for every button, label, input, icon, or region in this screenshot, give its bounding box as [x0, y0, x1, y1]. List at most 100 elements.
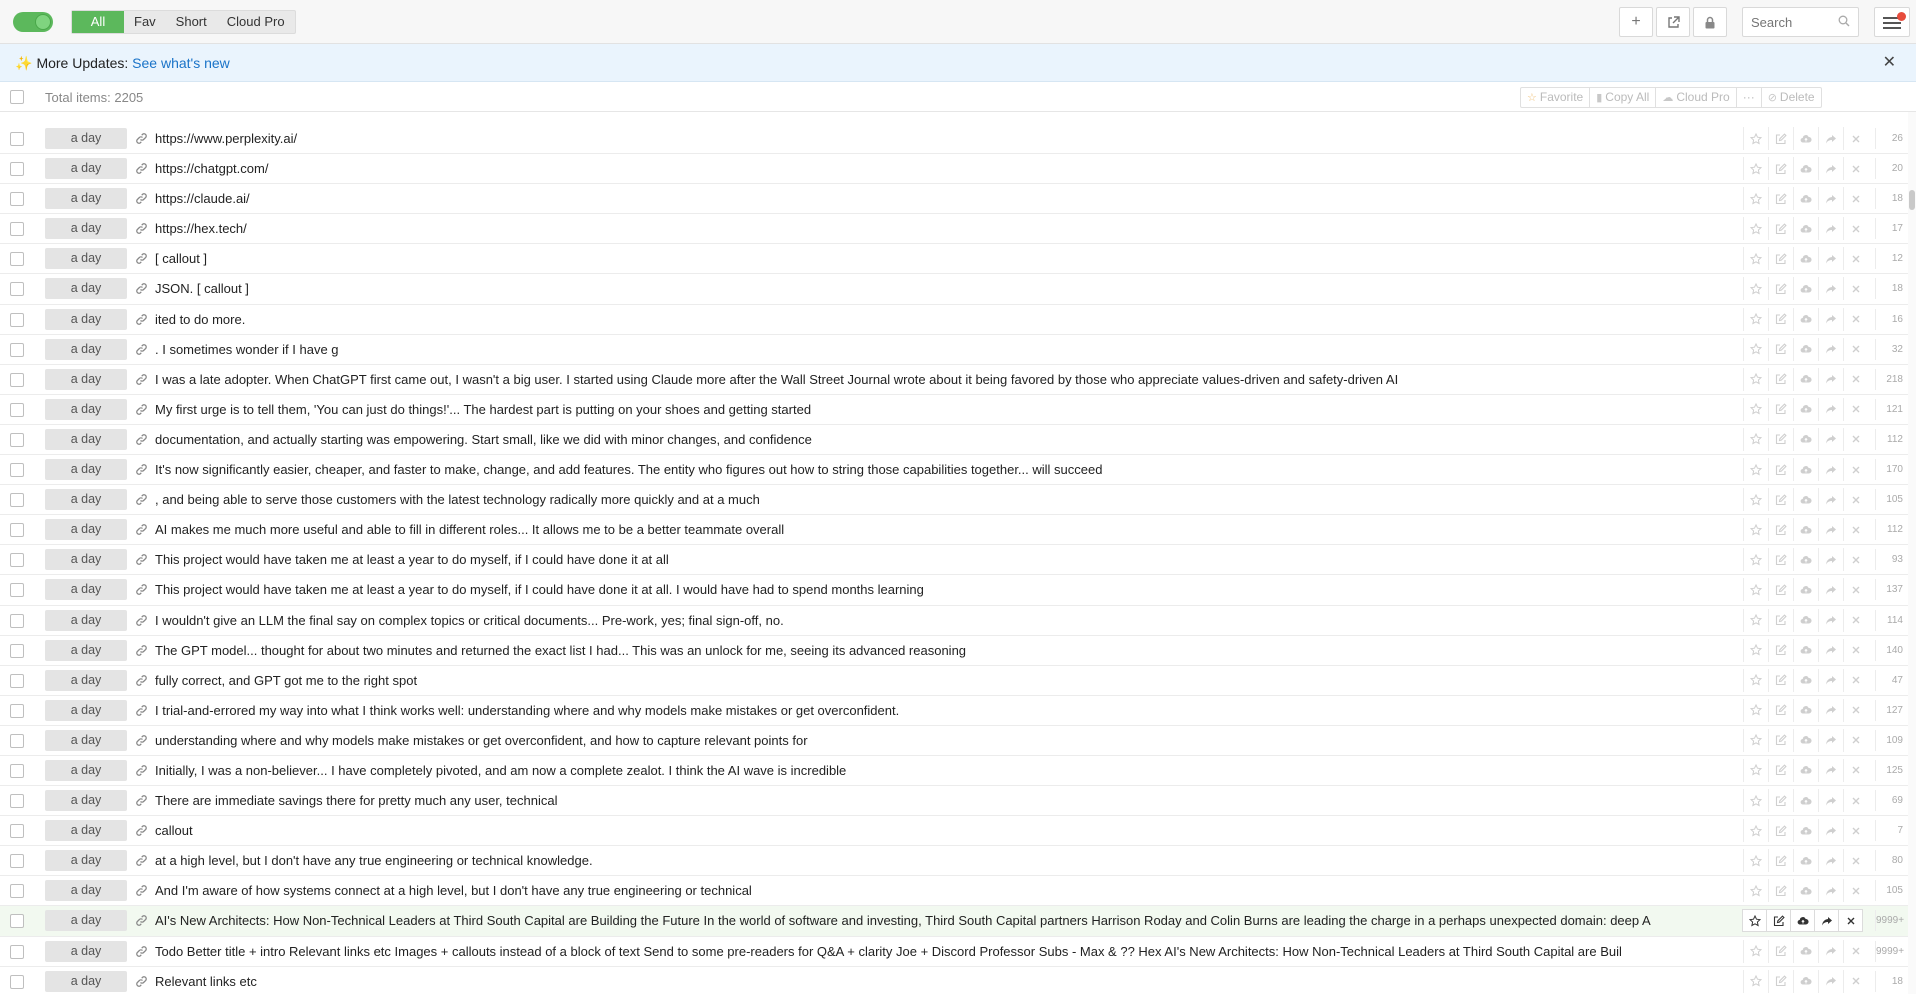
star-icon[interactable]	[1743, 849, 1768, 873]
clip-text[interactable]: Initially, I was a non-believer... I hav…	[155, 763, 1740, 778]
edit-icon[interactable]	[1768, 819, 1793, 843]
edit-icon[interactable]	[1768, 879, 1793, 903]
clip-text[interactable]: AI makes me much more useful and able to…	[155, 522, 1740, 537]
edit-icon[interactable]	[1768, 217, 1793, 241]
copy-all-button[interactable]: ▮ Copy All	[1590, 88, 1657, 107]
close-icon[interactable]	[1843, 427, 1868, 451]
row-checkbox[interactable]	[10, 192, 24, 207]
clip-text[interactable]: Relevant links etc	[155, 974, 1740, 989]
close-icon[interactable]	[1838, 909, 1863, 933]
close-icon[interactable]	[1843, 307, 1868, 331]
search-input[interactable]	[1743, 8, 1833, 36]
list-item[interactable]: a day ited to do more. 16	[0, 305, 1916, 335]
cloud-upload-icon[interactable]	[1790, 909, 1815, 933]
edit-icon[interactable]	[1768, 849, 1793, 873]
share-icon[interactable]	[1818, 698, 1843, 722]
edit-icon[interactable]	[1768, 458, 1793, 482]
star-icon[interactable]	[1743, 307, 1768, 331]
edit-icon[interactable]	[1768, 638, 1793, 662]
close-icon[interactable]	[1843, 819, 1868, 843]
cloud-upload-icon[interactable]	[1793, 548, 1818, 572]
cloud-upload-icon[interactable]	[1793, 758, 1818, 782]
row-checkbox[interactable]	[10, 372, 24, 387]
cloud-upload-icon[interactable]	[1793, 397, 1818, 421]
star-icon[interactable]	[1743, 819, 1768, 843]
clip-text[interactable]: And I'm aware of how systems connect at …	[155, 883, 1740, 898]
list-item[interactable]: a day My first urge is to tell them, 'You…	[0, 395, 1916, 425]
row-checkbox[interactable]	[10, 282, 24, 297]
share-icon[interactable]	[1818, 488, 1843, 512]
list-item[interactable]: a day at a high level, but I don't have a…	[0, 846, 1916, 877]
close-icon[interactable]	[1843, 187, 1868, 211]
star-icon[interactable]	[1743, 608, 1768, 632]
clip-text[interactable]: documentation, and actually starting was…	[155, 432, 1740, 447]
row-checkbox[interactable]	[10, 493, 24, 508]
edit-icon[interactable]	[1768, 427, 1793, 451]
edit-icon[interactable]	[1768, 187, 1793, 211]
list-item[interactable]: a day This project would have taken me at…	[0, 575, 1916, 606]
clip-text[interactable]: I wouldn't give an LLM the final say on …	[155, 613, 1740, 628]
clip-text[interactable]: callout	[155, 823, 1740, 838]
list-item[interactable]: a day , and being able to serve those cus…	[0, 485, 1916, 516]
row-checkbox[interactable]	[10, 432, 24, 447]
list-item[interactable]: a day callout 7	[0, 816, 1916, 847]
share-icon[interactable]	[1818, 849, 1843, 873]
star-icon[interactable]	[1743, 939, 1768, 963]
row-checkbox[interactable]	[10, 733, 24, 748]
list-item[interactable]: a day I trial-and-errored my way into wha…	[0, 696, 1916, 726]
edit-icon[interactable]	[1768, 518, 1793, 542]
list-item[interactable]: a day https://claude.ai/18	[0, 184, 1916, 215]
share-icon[interactable]	[1818, 789, 1843, 813]
share-icon[interactable]	[1818, 157, 1843, 181]
close-icon[interactable]	[1843, 397, 1868, 421]
clip-text[interactable]: AI's New Architects: How Non-Technical L…	[155, 913, 1740, 928]
close-icon[interactable]	[1843, 638, 1868, 662]
edit-icon[interactable]	[1768, 488, 1793, 512]
delete-button[interactable]: ⊘ Delete	[1762, 88, 1821, 107]
star-icon[interactable]	[1743, 668, 1768, 692]
share-icon[interactable]	[1818, 608, 1843, 632]
list-item[interactable]: a day documentation, and actually startin…	[0, 425, 1916, 456]
row-checkbox[interactable]	[10, 222, 24, 237]
row-checkbox[interactable]	[10, 944, 24, 959]
star-icon[interactable]	[1743, 758, 1768, 782]
close-icon[interactable]	[1843, 337, 1868, 361]
close-icon[interactable]	[1843, 698, 1868, 722]
row-checkbox[interactable]	[10, 132, 24, 146]
clip-text[interactable]: There are immediate savings there for pr…	[155, 793, 1740, 808]
share-icon[interactable]	[1818, 367, 1843, 391]
share-icon[interactable]	[1818, 638, 1843, 662]
clip-text[interactable]: at a high level, but I don't have any tr…	[155, 853, 1740, 868]
cloud-upload-icon[interactable]	[1793, 969, 1818, 993]
close-icon[interactable]	[1843, 518, 1868, 542]
close-icon[interactable]	[1843, 367, 1868, 391]
list-item[interactable]: a day The GPT model... thought for about …	[0, 636, 1916, 666]
close-icon[interactable]	[1843, 458, 1868, 482]
list-item[interactable]: a day https://chatgpt.com/20	[0, 154, 1916, 185]
clip-text[interactable]: [ callout ]	[155, 251, 1740, 266]
search-icon[interactable]	[1838, 15, 1850, 27]
star-icon[interactable]	[1743, 518, 1768, 542]
edit-icon[interactable]	[1768, 307, 1793, 331]
star-icon[interactable]	[1743, 217, 1768, 241]
edit-icon[interactable]	[1768, 337, 1793, 361]
edit-icon[interactable]	[1768, 668, 1793, 692]
clip-text[interactable]: My first urge is to tell them, 'You can …	[155, 402, 1740, 417]
edit-icon[interactable]	[1768, 367, 1793, 391]
star-icon[interactable]	[1743, 698, 1768, 722]
edit-icon[interactable]	[1768, 397, 1793, 421]
edit-icon[interactable]	[1766, 909, 1791, 933]
scrollbar-track[interactable]	[1908, 112, 1916, 994]
cloud-upload-icon[interactable]	[1793, 458, 1818, 482]
cloud-upload-icon[interactable]	[1793, 728, 1818, 752]
share-icon[interactable]	[1818, 307, 1843, 331]
star-icon[interactable]	[1743, 337, 1768, 361]
cloud-upload-icon[interactable]	[1793, 307, 1818, 331]
row-checkbox[interactable]	[10, 402, 24, 417]
close-icon[interactable]	[1843, 277, 1868, 301]
clip-text[interactable]: https://chatgpt.com/	[155, 161, 1740, 176]
edit-icon[interactable]	[1768, 578, 1793, 602]
list-item[interactable]: a day JSON. [ callout ] 18	[0, 274, 1916, 305]
cloud-upload-icon[interactable]	[1793, 427, 1818, 451]
list-item[interactable]: a day understanding where and why models …	[0, 726, 1916, 756]
